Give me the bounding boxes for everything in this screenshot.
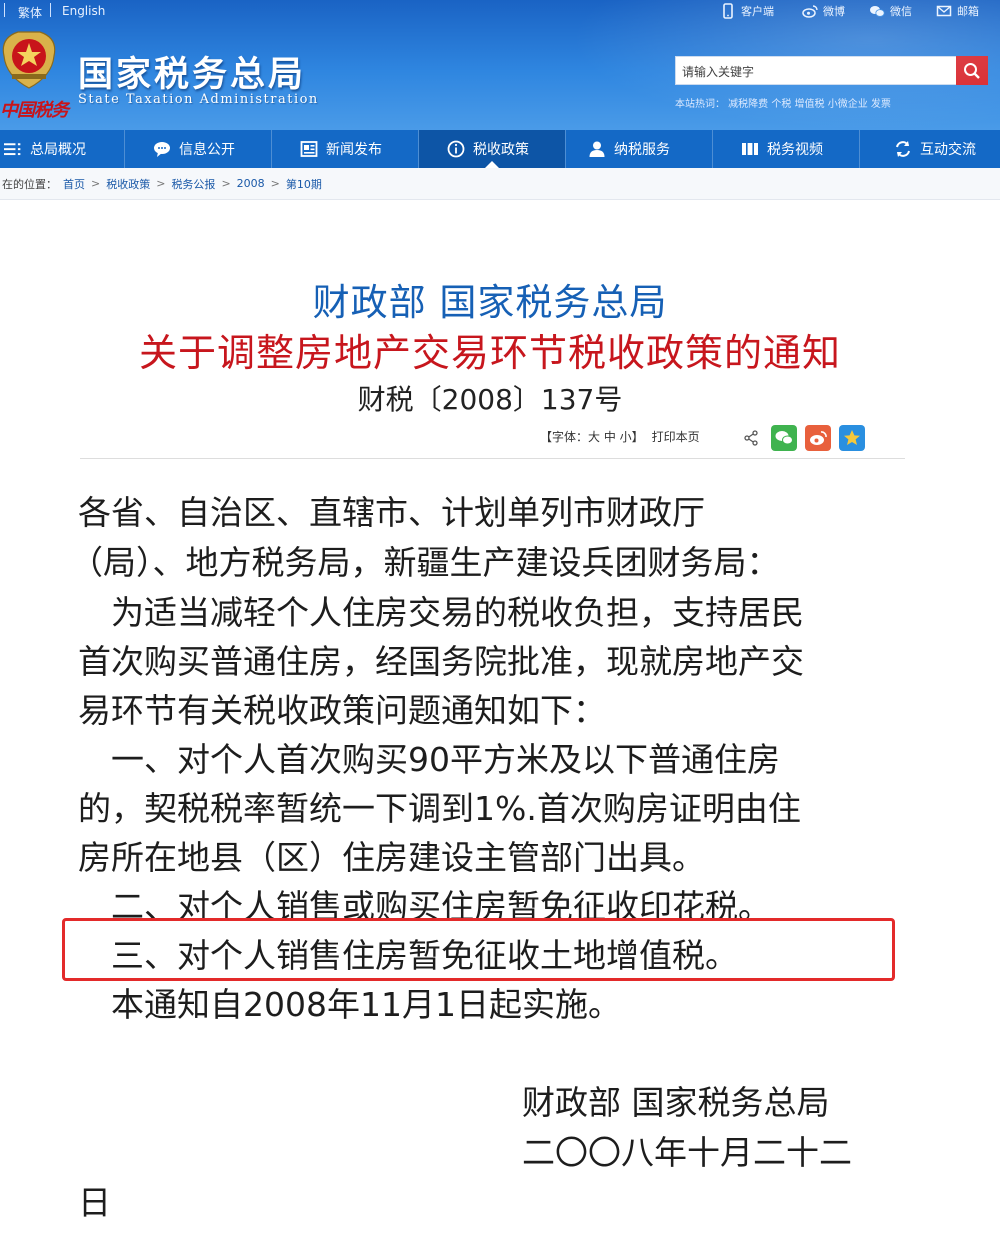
highlight-annotation-box (62, 918, 895, 981)
paragraph-line: 一、对个人首次购买90平方米及以下普通住房 (78, 740, 780, 779)
document-number: 财税〔2008〕137号 (357, 383, 623, 416)
print-link[interactable]: 打印本页 (652, 428, 700, 445)
mail-icon (936, 5, 952, 17)
top-link-label: 邮箱 (957, 5, 979, 18)
main-nav: 总局概况 信息公开 新闻发布 税收政策 纳税服务 税务视频 互动交流 (0, 130, 1000, 168)
chat-bubble-icon (153, 140, 171, 158)
article-title: 关于调整房地产交易环节税收政策的通知 (138, 331, 841, 375)
nav-label: 纳税服务 (614, 142, 670, 158)
font-size-toggle[interactable]: 【字体：大 中 小】 (540, 428, 644, 445)
nav-label: 总局概况 (30, 142, 86, 158)
paragraph-line: 房所在地县（区）住房建设主管部门出具。 (78, 838, 705, 877)
info-circle-icon (447, 140, 465, 158)
paragraph-line: 本通知自2008年11月1日起实施。 (78, 985, 621, 1024)
video-icon (741, 140, 759, 158)
nav-label: 税收政策 (473, 142, 529, 158)
signature-date: 二〇〇八年十月二十二 (522, 1133, 852, 1172)
paragraph-line: 为适当减轻个人住房交易的税收负担，支持居民 (78, 593, 804, 632)
signature-issuer: 财政部 国家税务总局 (522, 1083, 830, 1122)
nav-item-interaction[interactable]: 互动交流 (860, 130, 998, 168)
breadcrumb-prefix: 在的位置： (2, 177, 57, 191)
breadcrumb-link[interactable]: 第10期 (286, 176, 322, 192)
paragraph-line: 的，契税税率暂统一下调到1%.首次购房证明由住 (78, 789, 801, 828)
top-link-label: 客户端 (741, 5, 774, 18)
wechat-share-icon[interactable] (771, 425, 797, 451)
nav-item-info-public[interactable]: 信息公开 (125, 130, 271, 168)
search-icon (964, 62, 980, 79)
nav-label: 互动交流 (920, 142, 976, 158)
divider (4, 3, 5, 17)
user-icon (588, 140, 606, 158)
search-button[interactable] (956, 56, 988, 85)
search-input[interactable]: 请输入关键字 (675, 56, 957, 85)
tax-emblem-icon (2, 31, 56, 89)
nav-label: 新闻发布 (326, 142, 382, 158)
paragraph-line: 各省、自治区、直辖市、计划单列市财政厅 (78, 493, 705, 532)
article-tools: 【字体：大 中 小】 打印本页 (540, 428, 704, 445)
nav-item-overview[interactable]: 总局概况 (0, 130, 124, 168)
top-link-wechat[interactable]: 微信 (869, 3, 912, 19)
article-title-issuer: 财政部 国家税务总局 (312, 281, 668, 324)
paragraph-line: （局）、地方税务局，新疆生产建设兵团财务局： (70, 543, 780, 582)
divider (80, 458, 905, 459)
top-link-label: 微信 (890, 5, 912, 18)
wechat-icon (870, 6, 885, 17)
nav-label: 税务视频 (767, 142, 823, 158)
news-icon (300, 140, 318, 158)
refresh-icon (894, 140, 912, 158)
top-link-client[interactable]: 客户端 (720, 3, 774, 19)
nav-item-tax-service[interactable]: 纳税服务 (566, 130, 712, 168)
paragraph-line: 首次购买普通住房，经国务院批准，现就房地产交 (78, 642, 804, 681)
site-title[interactable]: 国家税务总局 (78, 46, 306, 97)
top-link-weibo[interactable]: 微博 (802, 3, 845, 19)
nav-item-video[interactable]: 税务视频 (713, 130, 859, 168)
top-link-mail[interactable]: 邮箱 (936, 3, 979, 19)
hot-words: 本站热词： 减税降费 个税 增值税 小微企业 发票 (675, 99, 891, 110)
divider (50, 3, 51, 17)
share-icon[interactable] (740, 425, 762, 451)
mobile-icon (723, 3, 733, 19)
breadcrumb-link[interactable]: 首页 (63, 176, 85, 192)
lang-traditional-link[interactable]: 繁体 (18, 4, 42, 21)
signature-date-continued: 日 (78, 1183, 111, 1222)
paragraph-line: 易环节有关税收政策问题通知如下： (78, 691, 606, 730)
site-title-en: State Taxation Administration (78, 92, 319, 107)
breadcrumb: 在的位置： 首页 > 税收政策 > 税务公报 > 2008 > 第10期 (0, 168, 1000, 200)
top-bar: 繁体 English 客户端 微博 微信 邮箱 (0, 0, 1000, 24)
breadcrumb-separator: > (156, 177, 166, 190)
weibo-share-icon[interactable] (805, 425, 831, 451)
nav-label: 信息公开 (179, 142, 235, 158)
breadcrumb-separator: > (221, 177, 231, 190)
logo-script-text: 中国税务 (0, 100, 69, 121)
lang-english-link[interactable]: English (62, 4, 105, 18)
nav-item-tax-policy[interactable]: 税收政策 (419, 130, 565, 168)
site-header: 繁体 English 客户端 微博 微信 邮箱 中国税务 国家税务总局 Stat… (0, 0, 1000, 130)
breadcrumb-link[interactable]: 2008 (237, 177, 265, 190)
top-link-label: 微博 (823, 5, 845, 18)
nav-item-news[interactable]: 新闻发布 (272, 130, 418, 168)
weibo-icon (802, 5, 818, 18)
breadcrumb-link[interactable]: 税收政策 (106, 176, 150, 192)
breadcrumb-separator: > (91, 177, 101, 190)
breadcrumb-link[interactable]: 税务公报 (171, 176, 215, 192)
breadcrumb-separator: > (270, 177, 280, 190)
menu-icon (4, 140, 22, 158)
qzone-share-icon[interactable] (839, 425, 865, 451)
